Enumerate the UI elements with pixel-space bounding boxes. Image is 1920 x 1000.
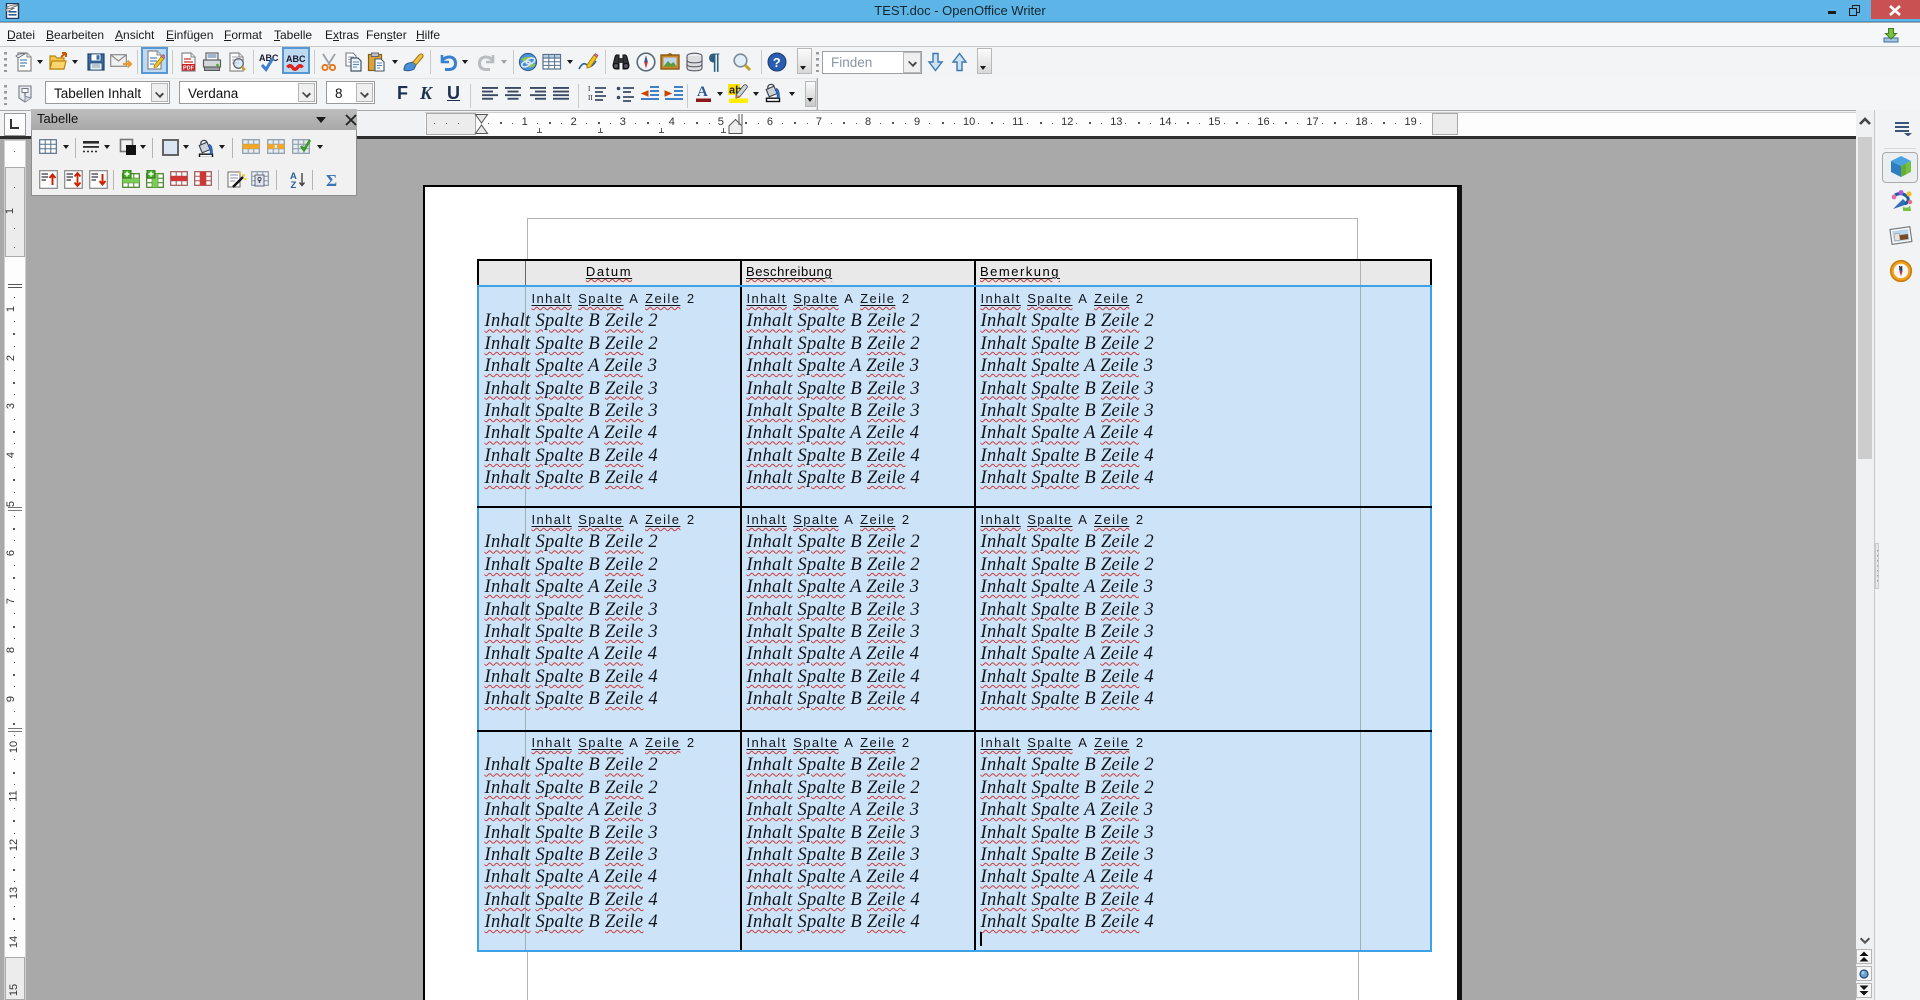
svg-text:Z: Z [291,180,297,189]
svg-text:N: N [1899,266,1903,272]
svg-text:I: I [588,85,591,93]
svg-text:¶: ¶ [708,51,720,73]
svg-text:II: II [588,94,593,102]
svg-text:PDF: PDF [183,66,195,72]
svg-text:?: ? [773,55,781,70]
svg-text:ABC: ABC [286,54,306,64]
svg-text:A: A [697,84,708,100]
svg-text:ABC: ABC [259,53,279,63]
svg-text:Σ: Σ [326,171,337,189]
